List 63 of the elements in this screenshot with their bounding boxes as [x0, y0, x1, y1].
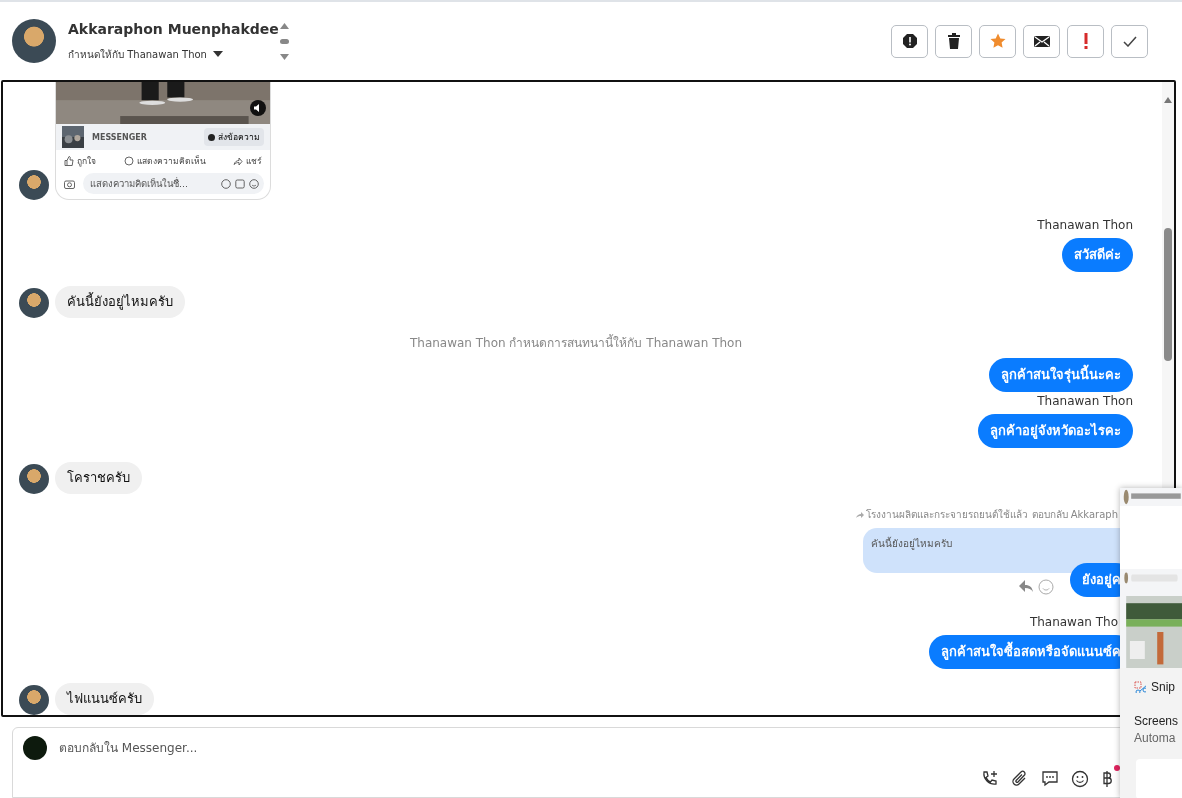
sent-message: สวัสดีค่ะ: [1062, 238, 1133, 272]
sort-arrows-icon: [278, 22, 290, 62]
received-message: ไฟแนนซ์ครับ: [55, 683, 154, 715]
thumbs-up-icon: [64, 156, 74, 166]
paperclip-icon: [1011, 770, 1029, 788]
comment-icon: [123, 156, 134, 166]
comment-field[interactable]: แสดงความคิดเห็นในชื่...: [83, 173, 264, 194]
call-button[interactable]: [981, 770, 999, 788]
received-message: คันนี้ยังอยู่ไหมครับ: [55, 286, 185, 318]
report-button[interactable]: [891, 24, 928, 58]
chat-button[interactable]: [1041, 770, 1059, 788]
assignee-dropdown[interactable]: กำหนดให้กับ Thanawan Thon: [68, 46, 279, 62]
baht-icon: [1101, 770, 1113, 788]
smiley-icon: [1071, 770, 1089, 788]
important-button[interactable]: [1067, 24, 1104, 58]
sender-name: Thanawan Thon: [1037, 394, 1133, 408]
notification-title: Screens: [1133, 713, 1180, 728]
smiley-icon: [1038, 579, 1054, 595]
sender-name: Thanawan Thon: [1037, 218, 1133, 232]
sticker-icon: [221, 178, 231, 189]
notification-popup[interactable]: Snip Screens Automa: [1120, 488, 1182, 798]
gif-icon: [235, 178, 245, 189]
mail-button[interactable]: [1023, 24, 1060, 58]
sender-name: Thanawan Tho: [1029, 615, 1118, 629]
mute-icon: [250, 100, 266, 116]
notification-dot: [1114, 765, 1120, 771]
source-name: MESSENGER: [92, 132, 147, 142]
comment-button[interactable]: แสดงความคิดเห็น: [123, 154, 206, 168]
sent-message: ลูกค้าอยู่จังหวัดอะไรคะ: [978, 414, 1133, 448]
check-icon: [1122, 35, 1137, 47]
caret-icon: [212, 51, 223, 57]
star-button[interactable]: [979, 24, 1016, 58]
contact-name: Akkaraphon Muenphakdee: [68, 20, 279, 37]
page-avatar: [23, 736, 47, 760]
received-message: โคราชครับ: [55, 462, 142, 494]
share-button[interactable]: แชร์: [233, 154, 262, 168]
envelope-icon: [1033, 34, 1050, 48]
emoji-button[interactable]: [1071, 770, 1089, 788]
payment-button[interactable]: [1101, 770, 1113, 788]
scissors-icon: [1134, 681, 1146, 693]
reply-header-text: โรงงานผลิตและกระจายรถยนต์ใช้แล้ว ตอบกลับ Akkaraph: [866, 508, 1118, 522]
trash-icon: [946, 33, 961, 49]
smiley-icon: [249, 178, 259, 189]
send-message-button[interactable]: ส่งข้อความ: [204, 128, 264, 146]
messenger-icon: [208, 133, 215, 141]
scroll-up-icon: [1164, 97, 1172, 103]
system-notice: Thanawan Thon กำหนดการสนทนานี้ให้กับ Thanawan Thon: [409, 333, 743, 352]
reply-arrow-icon: [1018, 579, 1034, 593]
star-icon: [989, 33, 1006, 49]
camera-icon: [64, 178, 75, 189]
exclamation-icon: [1083, 33, 1088, 49]
share-icon: [233, 156, 243, 166]
phone-plus-icon: [981, 770, 999, 788]
delete-button[interactable]: [935, 24, 972, 58]
app-name: Snip: [1151, 680, 1176, 694]
reply-arrow-icon: [855, 510, 866, 519]
done-button[interactable]: [1111, 24, 1148, 58]
attach-button[interactable]: [1011, 770, 1029, 788]
chat-icon: [1041, 770, 1059, 788]
scrollbar-thumb[interactable]: [1164, 228, 1172, 361]
like-button[interactable]: ถูกใจ: [64, 154, 96, 168]
sent-message: ลูกค้าสนใจรุ่นนี้นะคะ: [989, 358, 1133, 392]
alert-icon: [901, 33, 918, 49]
